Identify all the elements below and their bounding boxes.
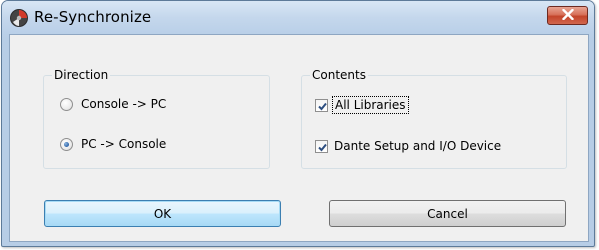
window-title: Re-Synchronize	[34, 8, 152, 26]
resync-dialog: Re-Synchronize Direction Console -> PC P…	[1, 0, 595, 247]
contents-group-label: Contents	[310, 68, 368, 82]
checkmark-icon	[318, 143, 327, 151]
radio-pc-to-console-label: PC -> Console	[81, 137, 167, 151]
checkbox-checked[interactable]	[315, 139, 328, 153]
ok-button[interactable]: OK	[44, 200, 281, 227]
radio-button-unselected[interactable]	[60, 97, 73, 111]
radio-console-to-pc[interactable]: Console -> PC	[60, 95, 166, 113]
checkbox-dante-setup-label: Dante Setup and I/O Device	[334, 139, 502, 153]
radio-pc-to-console[interactable]: PC -> Console	[60, 135, 166, 153]
contents-group: Contents All Libraries Dante Setup and I…	[301, 68, 567, 169]
close-x-icon	[561, 8, 574, 23]
checkbox-dante-setup[interactable]: Dante Setup and I/O Device	[315, 137, 501, 155]
dialog-body: Direction Console -> PC PC -> Console Co…	[9, 34, 589, 242]
checkbox-all-libraries-label: All Libraries	[332, 96, 409, 114]
radio-button-selected[interactable]	[60, 137, 73, 151]
direction-group-label: Direction	[52, 68, 111, 82]
radio-console-to-pc-label: Console -> PC	[81, 97, 167, 111]
app-disc-icon	[9, 8, 29, 28]
cancel-button[interactable]: Cancel	[329, 200, 566, 227]
checkbox-all-libraries[interactable]: All Libraries	[315, 96, 409, 114]
checkbox-checked[interactable]	[315, 98, 328, 112]
direction-group: Direction Console -> PC PC -> Console	[43, 68, 270, 169]
title-bar[interactable]: Re-Synchronize	[2, 1, 594, 35]
checkmark-icon	[318, 102, 327, 110]
close-button[interactable]	[547, 6, 588, 25]
